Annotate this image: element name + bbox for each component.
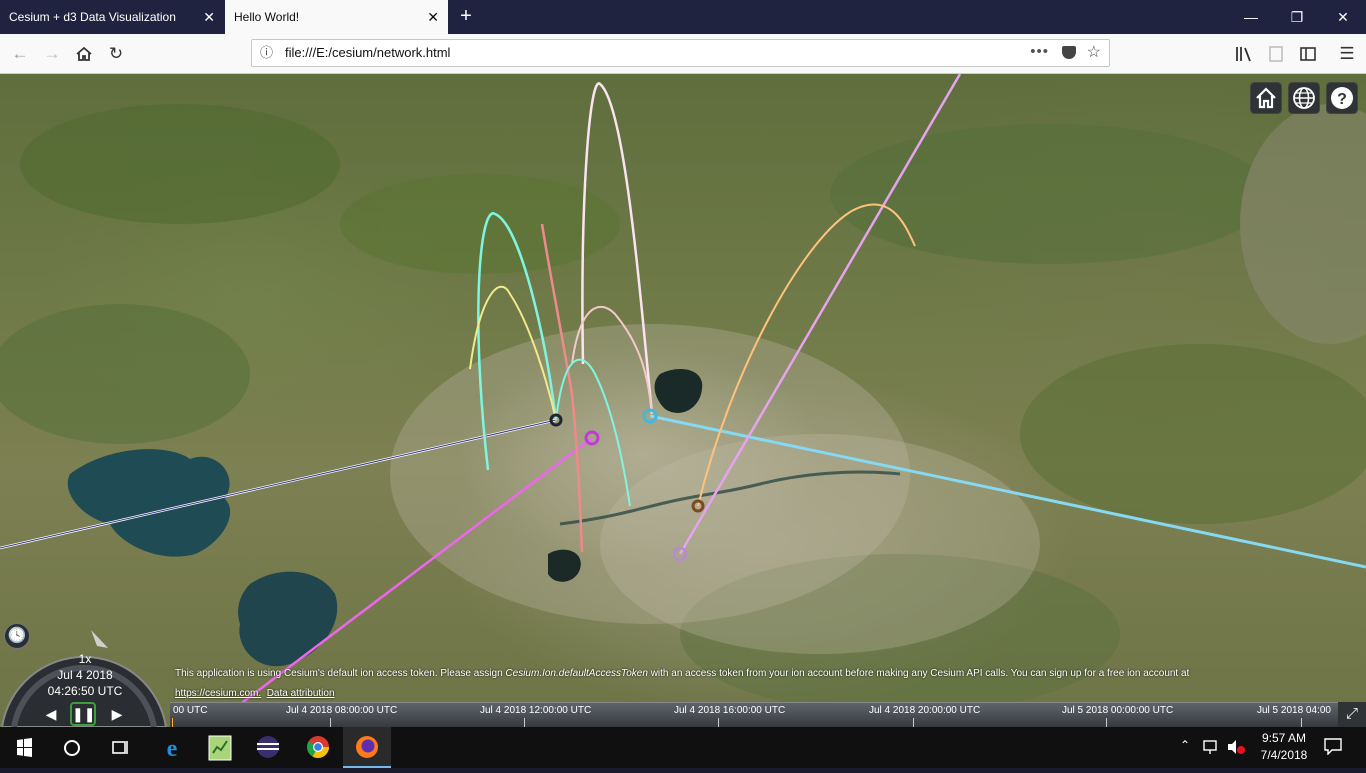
back-icon[interactable]: ← bbox=[6, 40, 34, 68]
timeline-tick-label: Jul 4 2018 16:00:00 UTC bbox=[674, 705, 786, 716]
page-actions-icon[interactable]: ••• bbox=[1030, 40, 1049, 64]
credits: This application is using Cesium's defau… bbox=[175, 664, 1325, 704]
menu-icon[interactable]: ☰ bbox=[1333, 40, 1361, 68]
home-icon[interactable] bbox=[70, 40, 98, 68]
ion-token-notice-suffix: with an access token from your ion accou… bbox=[647, 668, 1190, 679]
minimize-icon[interactable]: — bbox=[1228, 0, 1274, 34]
home-icon bbox=[1256, 87, 1276, 109]
notifications-icon[interactable] bbox=[1324, 737, 1342, 758]
windows-taskbar: e ⌃ 9:57 AM 7/4/2018 bbox=[0, 727, 1366, 768]
window-close-icon[interactable]: ✕ bbox=[1320, 0, 1366, 34]
tab-bar: Cesium + d3 Data Visualization ✕ Hello W… bbox=[0, 0, 1366, 34]
timeline-tick-label: Jul 4 2018 08:00:00 UTC bbox=[286, 705, 398, 716]
forward-icon[interactable]: → bbox=[38, 40, 66, 68]
sidebar-icon[interactable] bbox=[1294, 40, 1322, 68]
edge-icon[interactable]: e bbox=[148, 727, 196, 768]
library-icon[interactable] bbox=[1230, 40, 1258, 68]
cesium-link[interactable]: https://cesium.com. bbox=[175, 688, 261, 699]
pocket-icon[interactable] bbox=[1062, 46, 1076, 59]
timeline-needle[interactable] bbox=[172, 718, 173, 727]
tab-close-icon[interactable]: ✕ bbox=[427, 0, 439, 34]
reload-icon[interactable]: ↻ bbox=[102, 40, 130, 68]
help-icon: ? bbox=[1331, 87, 1353, 109]
home-view-button[interactable] bbox=[1250, 82, 1282, 114]
timeline-tick-label: Jul 4 2018 20:00:00 UTC bbox=[869, 705, 981, 716]
windows-start-icon[interactable] bbox=[0, 727, 48, 768]
cesium-viewer[interactable]: ? 🕓 1x Jul 4 2018 04:26:50 UTC ◀ ❚❚ ▶ Th… bbox=[0, 74, 1366, 727]
globe-icon bbox=[1293, 87, 1315, 109]
play-reverse-icon[interactable]: ◀ bbox=[38, 702, 64, 726]
navigation-bar: ← → ↻ ⓘ file:///E:/cesium/network.html •… bbox=[0, 34, 1366, 74]
play-forward-icon[interactable]: ▶ bbox=[104, 702, 130, 726]
tab-close-icon[interactable]: ✕ bbox=[203, 0, 215, 34]
eclipse-icon[interactable] bbox=[244, 727, 292, 768]
cortana-icon[interactable] bbox=[48, 727, 96, 768]
restore-icon[interactable]: ❐ bbox=[1274, 0, 1320, 34]
timeline[interactable]: 00 UTC Jul 4 2018 08:00:00 UTC Jul 4 201… bbox=[170, 702, 1338, 727]
ion-token-notice: This application is using Cesium's defau… bbox=[175, 668, 506, 679]
tab-hello-world[interactable]: Hello World! ✕ bbox=[225, 0, 448, 34]
animation-time: 04:26:50 UTC bbox=[47, 684, 123, 698]
lake bbox=[238, 571, 338, 667]
clock-date: 7/4/2018 bbox=[1260, 748, 1308, 762]
chrome-icon[interactable] bbox=[294, 727, 342, 768]
network-icon[interactable] bbox=[1203, 739, 1221, 758]
svg-text:?: ? bbox=[1337, 91, 1347, 108]
new-tab-icon[interactable]: + bbox=[455, 0, 477, 34]
url-bar[interactable]: ⓘ file:///E:/cesium/network.html ••• ☆ bbox=[251, 39, 1110, 67]
show-hidden-icons[interactable]: ⌃ bbox=[1180, 738, 1190, 752]
pause-icon[interactable]: ❚❚ bbox=[70, 702, 96, 726]
tab-title: Hello World! bbox=[234, 10, 300, 24]
url-text[interactable]: file:///E:/cesium/network.html bbox=[285, 40, 450, 66]
tab-cesium-d3[interactable]: Cesium + d3 Data Visualization ✕ bbox=[0, 0, 224, 34]
lake bbox=[67, 449, 231, 557]
bookmark-star-icon[interactable]: ☆ bbox=[1087, 40, 1101, 66]
animation-widget[interactable]: 🕓 1x Jul 4 2018 04:26:50 UTC ◀ ❚❚ ▶ bbox=[0, 620, 170, 727]
animation-date: Jul 4 2018 bbox=[57, 668, 113, 682]
svg-text:e: e bbox=[167, 736, 178, 762]
timeline-tick-label: Jul 4 2018 12:00:00 UTC bbox=[480, 705, 592, 716]
site-info-icon[interactable]: ⓘ bbox=[260, 40, 273, 66]
data-attribution-link[interactable]: Data attribution bbox=[267, 688, 335, 699]
scene-mode-button[interactable] bbox=[1288, 82, 1320, 114]
timeline-tick-label: Jul 5 2018 00:00:00 UTC bbox=[1062, 705, 1174, 716]
volume-muted-icon[interactable] bbox=[1226, 739, 1246, 758]
tab-title: Cesium + d3 Data Visualization bbox=[9, 10, 176, 24]
notepad-icon[interactable] bbox=[196, 727, 244, 768]
task-view-icon[interactable] bbox=[96, 727, 144, 768]
timeline-tick-label: Jul 5 2018 04:00 bbox=[1257, 705, 1331, 716]
fullscreen-icon[interactable]: ⤢ bbox=[1338, 702, 1366, 727]
animation-speed: 1x bbox=[78, 652, 92, 666]
clock-icon[interactable]: 🕓 bbox=[4, 623, 30, 649]
ion-token-code: Cesium.Ion.defaultAccessToken bbox=[505, 668, 648, 679]
reader-icon[interactable] bbox=[1262, 40, 1290, 68]
globe-scene[interactable] bbox=[0, 74, 1366, 727]
shuttle-ring-pointer-icon[interactable] bbox=[91, 630, 108, 648]
help-button[interactable]: ? bbox=[1326, 82, 1358, 114]
system-clock[interactable]: 9:57 AM 7/4/2018 bbox=[1252, 731, 1316, 762]
clock-time: 9:57 AM bbox=[1261, 731, 1307, 745]
firefox-icon[interactable] bbox=[343, 727, 391, 768]
timeline-tick-label: 00 UTC bbox=[173, 705, 208, 716]
